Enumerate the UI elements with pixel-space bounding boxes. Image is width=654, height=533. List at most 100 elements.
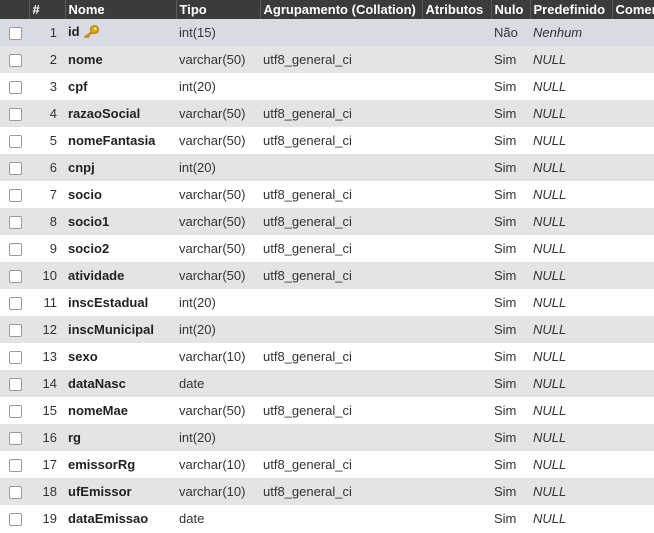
table-row[interactable]: 3 cpf int(20) Sim NULL (0, 73, 654, 100)
row-checkbox[interactable] (9, 486, 22, 500)
row-checkbox[interactable] (9, 297, 22, 311)
row-checkbox[interactable] (9, 270, 22, 284)
row-checkbox[interactable] (9, 243, 22, 257)
header-default[interactable]: Predefinido (530, 0, 613, 19)
row-checkbox[interactable] (9, 27, 22, 41)
row-checkbox[interactable] (9, 351, 22, 365)
column-default-cell: NULL (530, 100, 612, 127)
table-row[interactable]: 16 rg int(20) Sim NULL (0, 424, 654, 451)
row-num-cell: 4 (29, 100, 65, 127)
table-row[interactable]: 8 socio1 varchar(50) utf8_general_ci Sim NULL (0, 208, 654, 235)
column-name[interactable]: socio1 (68, 214, 109, 229)
table-row[interactable]: 11 inscEstadual int(20) Sim NULL (0, 289, 654, 316)
row-checkbox[interactable] (9, 162, 22, 176)
row-checkbox[interactable] (9, 108, 22, 122)
header-collation[interactable]: Agrupamento (Collation) (260, 0, 423, 19)
header-name[interactable]: Nome (65, 0, 177, 19)
row-checkbox-cell (0, 19, 29, 46)
column-name[interactable]: cpf (68, 79, 88, 94)
row-num: 3 (49, 79, 57, 94)
column-name[interactable]: razaoSocial (68, 106, 140, 121)
table-row[interactable]: 4 razaoSocial varchar(50) utf8_general_ci Si… (0, 100, 654, 127)
column-name[interactable]: inscEstadual (68, 295, 148, 310)
column-null-cell: Sim (491, 451, 530, 478)
column-name[interactable]: rg (68, 430, 81, 445)
column-name[interactable]: cnpj (68, 160, 95, 175)
table-row[interactable]: 1 id int(15) Não Nenhum (0, 19, 654, 46)
header-null[interactable]: Nulo (491, 0, 531, 19)
header-num[interactable]: # (29, 0, 66, 19)
column-null-cell: Sim (491, 478, 530, 505)
column-type-cell: varchar(50) (176, 127, 260, 154)
table-row[interactable]: 18 ufEmissor varchar(10) utf8_general_ci Sim… (0, 478, 654, 505)
header-comments[interactable]: Comer (612, 0, 654, 19)
table-row[interactable]: 14 dataNasc date Sim NULL (0, 370, 654, 397)
row-checkbox[interactable] (9, 405, 22, 419)
column-name[interactable]: atividade (68, 268, 124, 283)
column-name[interactable]: emissorRg (68, 457, 135, 472)
column-name[interactable]: inscMunicipal (68, 322, 154, 337)
column-name[interactable]: dataEmissao (68, 511, 148, 526)
row-checkbox[interactable] (9, 54, 22, 68)
column-collation-cell (260, 424, 422, 451)
column-name[interactable]: nome (68, 52, 103, 67)
column-name-cell: atividade (65, 262, 176, 289)
column-null-cell: Sim (491, 181, 530, 208)
row-checkbox[interactable] (9, 135, 22, 149)
table-row[interactable]: 12 inscMunicipal int(20) Sim NULL (0, 316, 654, 343)
row-num-cell: 11 (29, 289, 65, 316)
column-name[interactable]: socio (68, 187, 102, 202)
header-attributes[interactable]: Atributos (422, 0, 492, 19)
column-name[interactable]: dataNasc (68, 376, 126, 391)
table-row[interactable]: 2 nome varchar(50) utf8_general_ci Sim NULL (0, 46, 654, 73)
table-row[interactable]: 9 socio2 varchar(50) utf8_general_ci Sim NULL (0, 235, 654, 262)
column-default-cell: NULL (530, 289, 612, 316)
column-name[interactable]: sexo (68, 349, 98, 364)
table-row[interactable]: 15 nomeMae varchar(50) utf8_general_ci Sim NU… (0, 397, 654, 424)
column-name-cell: razaoSocial (65, 100, 176, 127)
row-num-cell: 17 (29, 451, 65, 478)
column-name[interactable]: nomeFantasia (68, 133, 155, 148)
header-type[interactable]: Tipo (176, 0, 261, 19)
column-name[interactable]: id (68, 24, 80, 39)
table-row[interactable]: 10 atividade varchar(50) utf8_general_ci Sim… (0, 262, 654, 289)
table-row[interactable]: 19 dataEmissao date Sim NULL (0, 505, 654, 532)
row-checkbox[interactable] (9, 432, 22, 446)
column-default-cell: NULL (530, 154, 612, 181)
column-default-cell: NULL (530, 73, 612, 100)
table-row[interactable]: 5 nomeFantasia varchar(50) utf8_general_ci S… (0, 127, 654, 154)
column-null-cell: Sim (491, 397, 530, 424)
row-num-cell: 18 (29, 478, 65, 505)
table-row[interactable]: 6 cnpj int(20) Sim NULL (0, 154, 654, 181)
row-checkbox[interactable] (9, 378, 22, 392)
table-row[interactable]: 17 emissorRg varchar(10) utf8_general_ci Sim… (0, 451, 654, 478)
column-type-cell: varchar(50) (176, 208, 260, 235)
row-checkbox[interactable] (9, 324, 22, 338)
table-row[interactable]: 13 sexo varchar(10) utf8_general_ci Sim NULL (0, 343, 654, 370)
column-collation-cell: utf8_general_ci (260, 262, 422, 289)
column-name[interactable]: nomeMae (68, 403, 128, 418)
row-num: 2 (49, 52, 57, 67)
column-null-cell: Sim (491, 208, 530, 235)
column-comments-cell (612, 154, 654, 181)
column-name-cell: dataEmissao (65, 505, 176, 532)
column-null-cell: Sim (491, 316, 530, 343)
row-checkbox[interactable] (9, 81, 22, 95)
column-default-cell: NULL (530, 370, 612, 397)
column-default: NULL (533, 241, 567, 256)
table-row[interactable]: 7 socio varchar(50) utf8_general_ci Sim NULL (0, 181, 654, 208)
column-name[interactable]: ufEmissor (68, 484, 132, 499)
column-comments-cell (612, 235, 654, 262)
row-checkbox[interactable] (9, 513, 22, 527)
row-num: 18 (42, 484, 57, 499)
column-name[interactable]: socio2 (68, 241, 109, 256)
column-default: NULL (533, 457, 567, 472)
column-attributes-cell (422, 397, 491, 424)
column-default: NULL (533, 106, 567, 121)
row-checkbox-cell (0, 208, 29, 235)
row-checkbox[interactable] (9, 459, 22, 473)
row-checkbox[interactable] (9, 189, 22, 203)
column-null-cell: Sim (491, 262, 530, 289)
column-collation: utf8_general_ci (263, 133, 352, 148)
row-checkbox[interactable] (9, 216, 22, 230)
